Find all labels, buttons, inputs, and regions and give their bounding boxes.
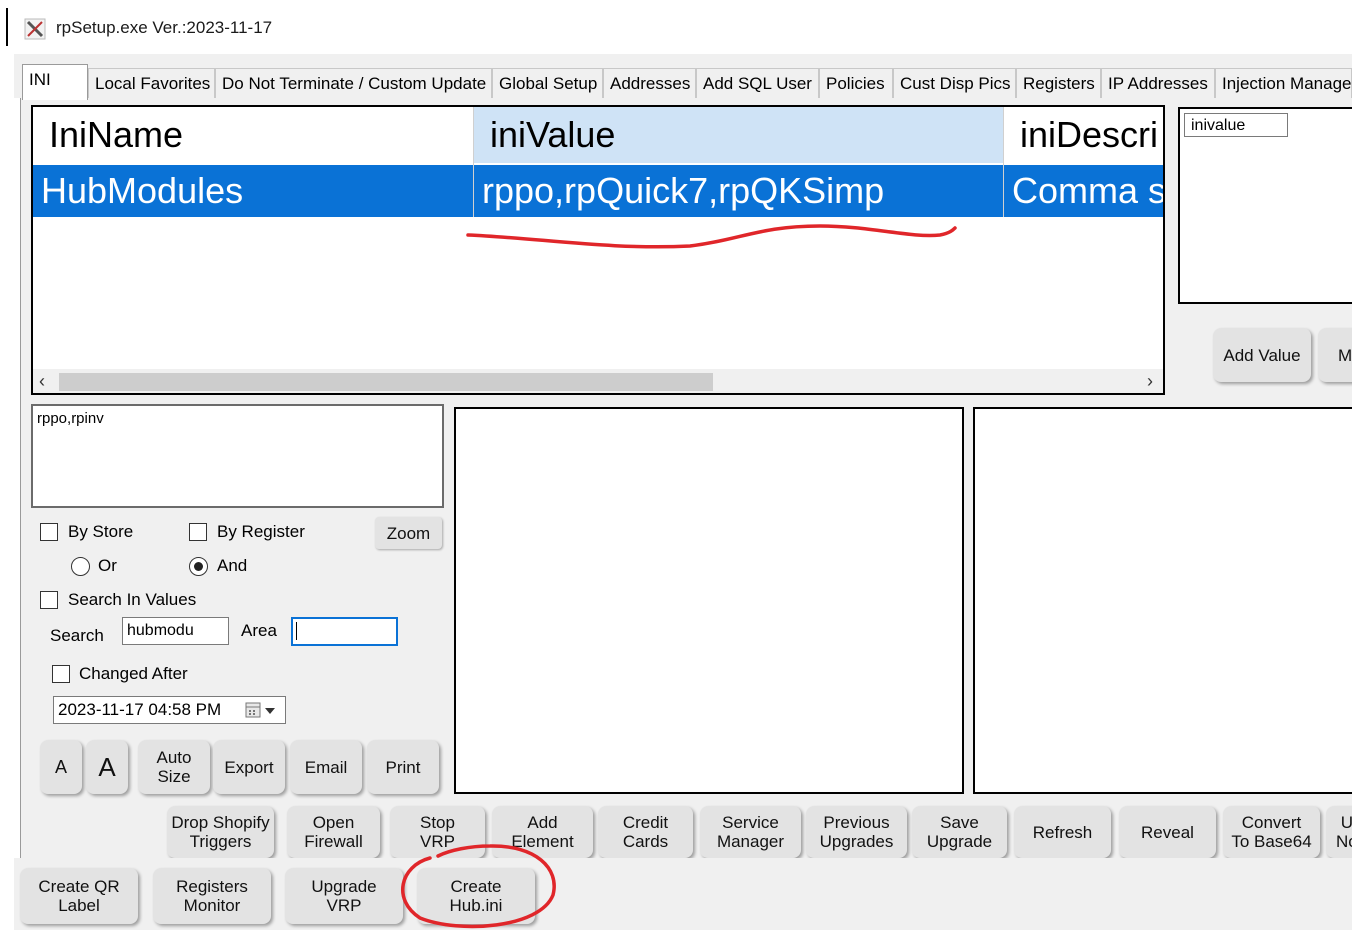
changed-after-label: Changed After — [79, 664, 188, 683]
create-hub-ini-button[interactable]: Create Hub.ini — [417, 868, 535, 924]
area-label: Area — [241, 621, 277, 640]
font-larger-button[interactable]: A — [86, 740, 128, 794]
center-panel[interactable] — [454, 407, 964, 794]
tab-registers[interactable]: Registers — [1016, 68, 1101, 98]
tab-ini[interactable]: INI — [22, 64, 88, 100]
by-register-checkbox[interactable] — [189, 523, 207, 541]
add-value-button[interactable]: Add Value — [1213, 328, 1311, 382]
search-input[interactable]: hubmodu — [122, 617, 229, 645]
by-store-checkbox[interactable] — [40, 523, 58, 541]
email-button[interactable]: Email — [290, 740, 362, 794]
by-register-label: By Register — [217, 522, 305, 541]
scroll-right-icon[interactable]: › — [1147, 369, 1153, 393]
grid-horizontal-scrollbar[interactable]: ‹ › — [33, 369, 1163, 393]
partially-visible-action-button[interactable]: U No — [1326, 806, 1352, 858]
previous-upgrades-button[interactable]: Previous Upgrades — [806, 806, 907, 858]
print-button[interactable]: Print — [367, 740, 439, 794]
grid-column-divider — [473, 107, 474, 217]
refresh-button[interactable]: Refresh — [1014, 806, 1111, 858]
grid-cell-inidescription[interactable]: Comma s — [1004, 165, 1163, 217]
or-label: Or — [98, 556, 117, 575]
value-list-box[interactable]: inivalue — [1178, 107, 1352, 304]
scroll-left-icon[interactable]: ‹ — [39, 369, 45, 393]
scrollbar-thumb[interactable] — [59, 373, 713, 391]
export-button[interactable]: Export — [213, 740, 285, 794]
and-radio[interactable] — [189, 557, 208, 576]
window-edge-mark — [6, 8, 8, 46]
app-icon — [24, 18, 46, 40]
save-upgrade-button[interactable]: Save Upgrade — [912, 806, 1007, 858]
and-label: And — [217, 556, 248, 575]
reveal-button[interactable]: Reveal — [1119, 806, 1216, 858]
grid-column-divider — [1003, 107, 1004, 217]
area-input[interactable] — [291, 617, 398, 646]
credit-cards-button[interactable]: Credit Cards — [598, 806, 693, 858]
date-value: 2023-11-17 04:58 PM — [58, 700, 222, 719]
inivalue-input[interactable]: inivalue — [1184, 113, 1288, 137]
calendar-dropdown-icon[interactable] — [244, 700, 280, 720]
search-in-values-label: Search In Values — [68, 590, 197, 609]
registers-monitor-button[interactable]: Registers Monitor — [153, 868, 271, 924]
partially-visible-button[interactable]: M — [1318, 328, 1352, 382]
column-header-inidescription[interactable]: iniDescri — [1004, 107, 1163, 163]
changed-after-checkbox[interactable] — [52, 665, 70, 683]
tab-local-favorites[interactable]: Local Favorites — [88, 68, 215, 98]
grid-cell-ininame[interactable]: HubModules — [33, 165, 474, 217]
convert-to-base64-button[interactable]: Convert To Base64 — [1223, 806, 1320, 858]
upgrade-vrp-button[interactable]: Upgrade VRP — [285, 868, 403, 924]
tab-injection-manager[interactable]: Injection Manager — [1215, 68, 1352, 98]
stop-vrp-button[interactable]: Stop VRP — [390, 806, 485, 858]
font-smaller-button[interactable]: A — [40, 740, 82, 794]
auto-size-button[interactable]: Auto Size — [138, 740, 210, 794]
column-header-inivalue[interactable]: iniValue — [474, 107, 1004, 163]
window-title: rpSetup.exe Ver.:2023-11-17 — [56, 18, 273, 37]
service-manager-button[interactable]: Service Manager — [700, 806, 801, 858]
drop-shopify-triggers-button[interactable]: Drop Shopify Triggers — [167, 806, 274, 858]
tab-policies[interactable]: Policies — [819, 68, 893, 98]
zoom-button[interactable]: Zoom — [375, 517, 442, 549]
tab-ip-addresses[interactable]: IP Addresses — [1101, 68, 1215, 98]
tab-add-sql-user[interactable]: Add SQL User — [696, 68, 819, 98]
open-firewall-button[interactable]: Open Firewall — [287, 806, 380, 858]
text-cursor — [296, 622, 297, 640]
column-header-ininame[interactable]: IniName — [33, 107, 474, 163]
or-radio[interactable] — [71, 557, 90, 576]
tab-do-not-terminate[interactable]: Do Not Terminate / Custom Update — [215, 68, 492, 98]
create-qr-label-button[interactable]: Create QR Label — [20, 868, 138, 924]
ini-grid[interactable]: IniName iniValue iniDescri HubModules rp… — [31, 105, 1165, 395]
tab-addresses[interactable]: Addresses — [603, 68, 696, 98]
grid-cell-inivalue[interactable]: rppo,rpQuick7,rpQKSimp — [474, 165, 1004, 217]
search-label: Search — [50, 626, 104, 645]
tab-global-setup[interactable]: Global Setup — [492, 68, 603, 98]
add-element-button[interactable]: Add Element — [492, 806, 593, 858]
by-store-label: By Store — [68, 522, 134, 541]
tab-cust-disp-pics[interactable]: Cust Disp Pics — [893, 68, 1016, 98]
memo-textbox[interactable]: rppo,rpinv — [31, 404, 444, 508]
right-panel[interactable] — [973, 407, 1352, 794]
search-in-values-checkbox[interactable] — [40, 591, 58, 609]
